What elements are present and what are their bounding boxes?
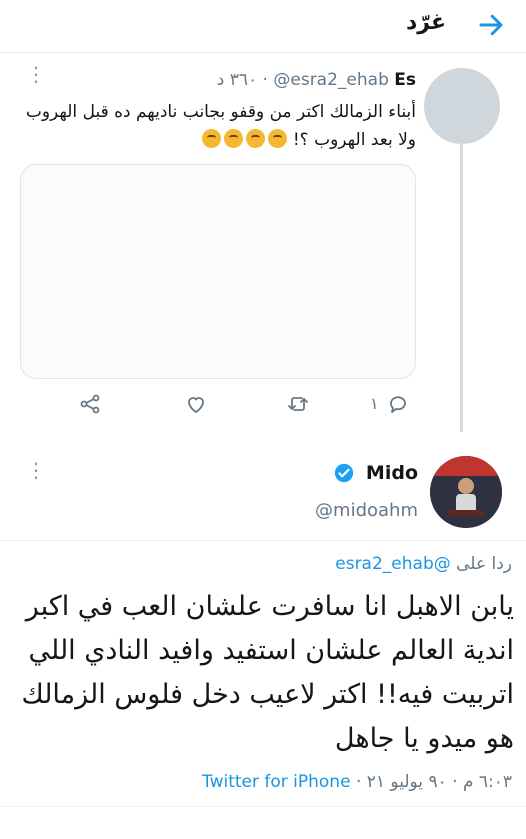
quoted-text: أبناء الزمالك اكتر من وقفو بجانب ناديهم …	[21, 98, 416, 154]
more-options-icon[interactable]: ⋮	[26, 460, 46, 480]
reply-icon[interactable]	[386, 392, 416, 420]
quoted-text-content: أبناء الزمالك اكتر من وقفو بجانب ناديهم …	[25, 102, 416, 150]
replying-handle-link[interactable]: @esra2_ehab	[335, 554, 450, 574]
share-icon[interactable]	[78, 392, 108, 420]
tweet-meta: ٦:٠٣ م · ٩٠ يوليو ٢١ · Twitter for iPhon…	[202, 772, 512, 792]
verified-badge-icon	[333, 462, 355, 484]
quoted-header: ٣٦٠ د · @esra2_ehab Es	[216, 70, 416, 90]
quoted-name[interactable]: Es	[394, 70, 416, 90]
thinking-emoji-icon	[202, 129, 222, 148]
thinking-emoji-icon	[224, 129, 244, 148]
page-title: غرّد	[405, 10, 446, 35]
retweet-icon[interactable]	[286, 392, 316, 420]
user-handle[interactable]: @midoahm	[315, 500, 418, 521]
reply-count: ١	[370, 394, 379, 413]
top-bar	[0, 0, 526, 53]
thinking-emoji-icon	[268, 129, 288, 148]
more-options-icon[interactable]: ⋮	[26, 64, 46, 84]
quoted-avatar[interactable]	[424, 68, 500, 144]
quoted-time: ٣٦٠ د	[216, 70, 258, 90]
divider	[0, 806, 526, 807]
tweet-body: يابن الاهبل انا سافرت علشان العب في اكبر…	[21, 591, 514, 754]
divider	[0, 540, 526, 541]
user-name[interactable]: Mido	[366, 462, 418, 484]
replying-to: ردا على @esra2_ehab	[335, 554, 512, 574]
quoted-handle[interactable]: @esra2_ehab	[273, 70, 388, 90]
tweet-source-link[interactable]: Twitter for iPhone	[202, 772, 351, 792]
like-icon[interactable]	[184, 392, 214, 420]
thinking-emoji-icon	[246, 129, 266, 148]
tweet-time: ٦:٠٣ م	[462, 772, 512, 792]
back-arrow-icon[interactable]	[476, 10, 506, 40]
tweet-date: ٩٠ يوليو ٢١	[366, 772, 447, 792]
thread-line	[460, 144, 463, 432]
replying-prefix: ردا على	[456, 554, 512, 574]
avatar[interactable]	[430, 456, 502, 528]
quoted-media[interactable]	[20, 164, 416, 379]
